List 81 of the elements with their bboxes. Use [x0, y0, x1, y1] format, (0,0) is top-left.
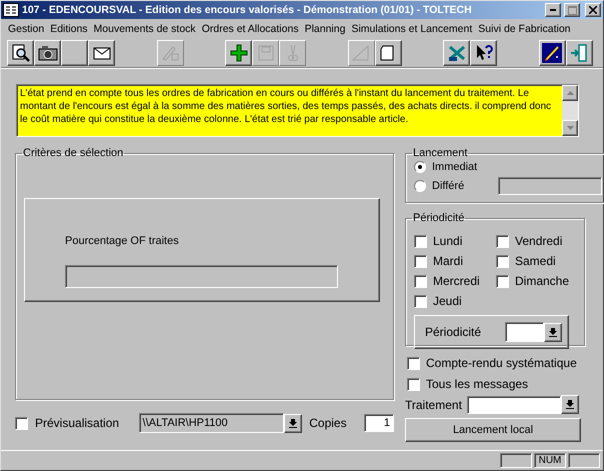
checkbox[interactable] [414, 234, 427, 248]
percentage-field[interactable] [65, 265, 338, 288]
checkbox[interactable] [407, 356, 420, 370]
toolbar-button[interactable] [7, 40, 34, 66]
triangle-icon [351, 42, 372, 62]
checkbox-label: Lundi [433, 234, 462, 248]
dropdown-button[interactable] [544, 322, 562, 342]
menu-item[interactable]: Editions [47, 22, 91, 34]
field-label: Pourcentage OF traites [65, 235, 179, 247]
maximize-button[interactable] [564, 3, 580, 17]
scrollbar[interactable] [562, 85, 578, 136]
checkbox-label: Mardi [433, 254, 464, 268]
radio-button[interactable] [414, 180, 426, 192]
menu-item[interactable]: Suivi de Fabrication [475, 22, 574, 34]
checkbox[interactable] [496, 274, 509, 288]
periodicity-field[interactable] [504, 322, 544, 342]
download-arrow-icon [566, 400, 574, 409]
printer-field[interactable]: \\ALTAIR\HP1100 [138, 413, 284, 433]
checkbox[interactable] [414, 274, 427, 288]
toolbar-button[interactable] [538, 40, 566, 66]
checkbox[interactable] [414, 254, 427, 268]
field-label: Périodicité [425, 325, 482, 339]
plus-icon [228, 42, 249, 62]
deferred-date-field[interactable] [498, 177, 602, 195]
checkbox-label: Mercredi [433, 274, 480, 288]
radio-label: Différé [432, 180, 466, 192]
copies-label: Copies [309, 416, 348, 430]
checkbox-label: Samedi [515, 254, 556, 268]
copies-field[interactable]: 1 [364, 414, 394, 432]
radio-label: Immediat [432, 161, 478, 173]
menu-item[interactable]: Ordres et Allocations [198, 22, 302, 34]
menu-item[interactable]: Planning [302, 22, 348, 34]
toolbar-button[interactable] [374, 40, 402, 66]
checkbox-label: Tous les messages [426, 377, 528, 391]
close-icon [589, 6, 597, 14]
group-title: Lancement [412, 147, 468, 159]
checkbox[interactable] [414, 294, 427, 308]
checkbox[interactable] [496, 234, 509, 248]
menu-item[interactable]: Simulations et Lancement [348, 22, 476, 34]
window-icon [3, 3, 19, 17]
checkbox[interactable] [496, 254, 509, 268]
radio-button[interactable] [414, 161, 426, 173]
field-label: Traitement [405, 398, 463, 412]
checkbox-label: Vendredi [515, 234, 562, 248]
checkbox-label: Jeudi [433, 294, 462, 308]
scroll-up-icon [566, 91, 574, 95]
checkbox[interactable] [15, 416, 28, 430]
maximize-icon [568, 6, 576, 14]
status-pane [500, 453, 532, 468]
minimize-button[interactable] [545, 3, 561, 17]
group-title: Périodicité [412, 212, 466, 224]
group-title: Critères de sélection [22, 147, 124, 159]
download-arrow-icon [549, 328, 557, 336]
dropdown-button[interactable] [561, 395, 579, 414]
checkbox[interactable] [407, 378, 420, 390]
menu-item[interactable]: Gestion [5, 22, 48, 34]
dropdown-button[interactable] [284, 414, 302, 432]
status-pane [568, 453, 600, 468]
menu-item[interactable]: Mouvements de stock [90, 22, 199, 34]
status-indicator: NUM [534, 453, 566, 468]
checkbox-label: Prévisualisation [35, 416, 120, 430]
launch-button[interactable]: Lancement local [405, 418, 581, 442]
download-arrow-icon [289, 418, 298, 428]
toolbar-button[interactable] [88, 40, 115, 66]
search-icon [10, 42, 30, 62]
toolbar-button[interactable] [225, 40, 252, 66]
scroll-down-icon [566, 126, 574, 130]
window-title: 107 - EDENCOURSVAL - Edition des encours valorisés - Démonstration (01/01) - TOLTECH [22, 4, 473, 16]
floppy-icon [256, 42, 276, 62]
exit-door-icon [569, 42, 590, 62]
checkbox-label: Compte-rendu systématique [426, 356, 577, 370]
close-button[interactable] [585, 3, 601, 17]
checkbox-label: Dimanche [515, 274, 570, 288]
toolbar-button[interactable] [566, 40, 593, 66]
description-text: L'état prend en compte tous les ordres de fabrication en cours ou différés à l'instant du lancement du traitement. Le montant de l'encours est égal à la somme des matières sorties, des temps passés, des achats directs. il comprend donc le coût matière qui constitue la deuxième colonne. L'état est trié par responsable article. [19, 87, 552, 127]
toolbar-button[interactable] [443, 40, 470, 66]
toolbar-button[interactable] [470, 40, 498, 66]
toolbar-button[interactable] [34, 40, 61, 66]
toolbar-button[interactable] [61, 40, 88, 66]
treatment-field[interactable] [467, 396, 561, 414]
minimize-icon [550, 9, 556, 11]
